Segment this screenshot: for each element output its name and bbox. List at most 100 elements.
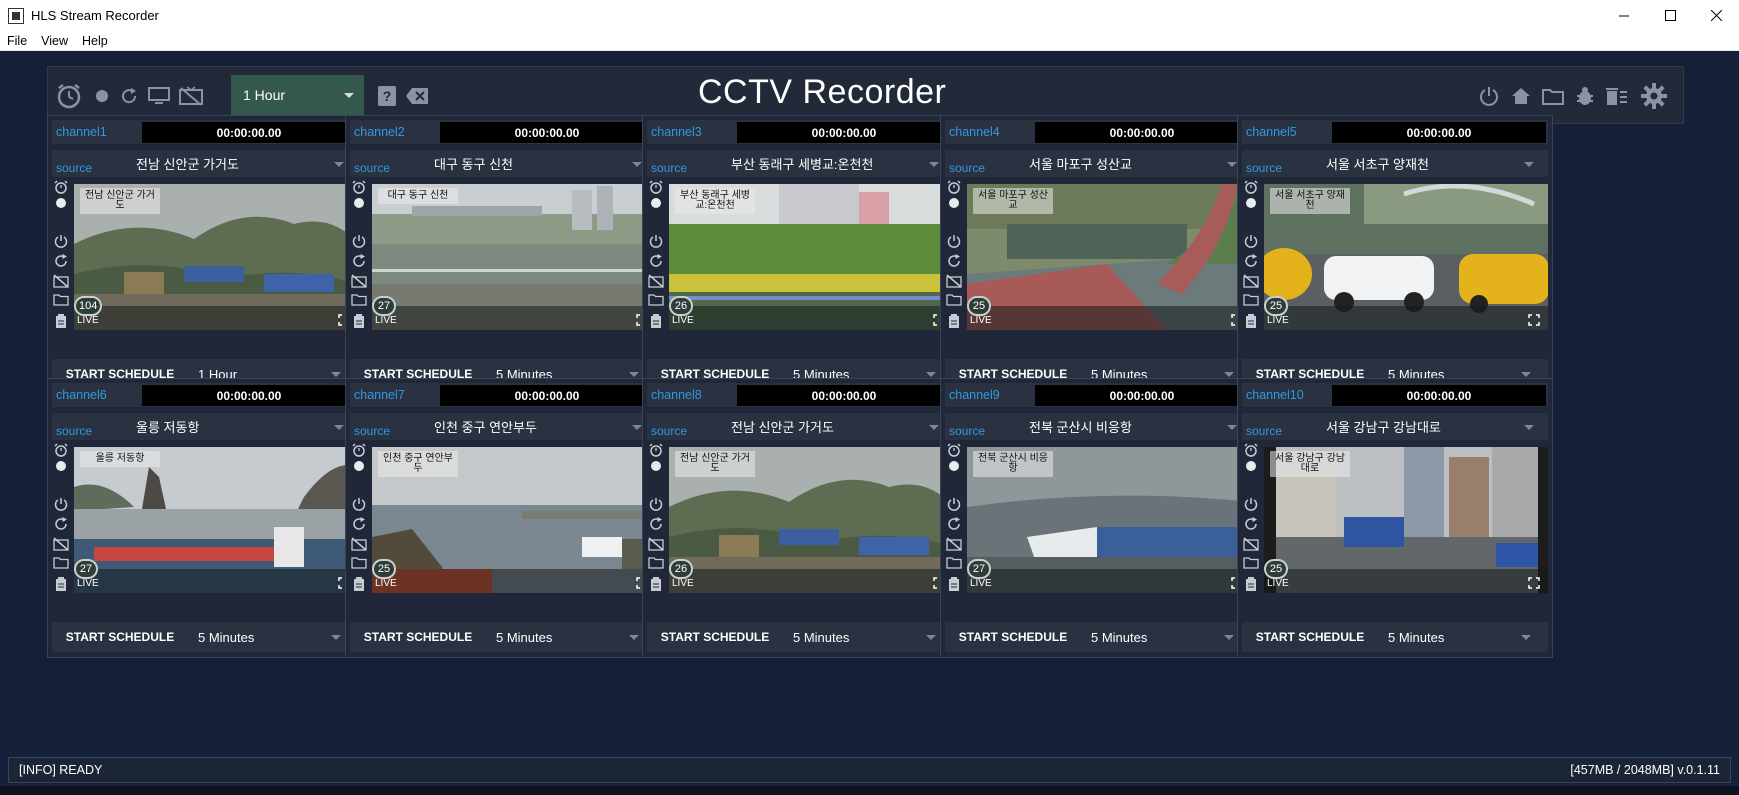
menu-view[interactable]: View — [34, 34, 75, 48]
source-select[interactable]: source 서울 강남구 강남대로 — [1242, 413, 1548, 440]
start-schedule-button[interactable]: START SCHEDULE — [1244, 624, 1376, 650]
no-tv-icon[interactable] — [52, 537, 70, 551]
folder-icon[interactable] — [52, 293, 70, 306]
schedule-interval-select[interactable]: 5 Minutes — [1382, 624, 1545, 650]
record-dot-icon[interactable] — [945, 459, 963, 471]
schedule-interval-select[interactable]: 5 Minutes — [192, 624, 355, 650]
refresh-icon[interactable] — [350, 254, 368, 268]
folder-icon[interactable] — [945, 556, 963, 569]
video-feed[interactable]: 전남 신안군 가거도 26 LIVE — [669, 447, 953, 593]
video-feed[interactable]: 전북 군산시 비응항 27 LIVE — [967, 447, 1251, 593]
record-dot-icon[interactable] — [647, 196, 665, 208]
video-feed[interactable]: 부산 동래구 세병교:온천천 26 LIVE — [669, 184, 953, 330]
refresh-icon[interactable] — [647, 517, 665, 531]
alarm-clock-icon[interactable] — [350, 180, 368, 194]
schedule-interval-select[interactable]: 5 Minutes — [490, 624, 653, 650]
source-select[interactable]: source 대구 동구 신천 — [350, 150, 656, 177]
no-tv-icon[interactable] — [1242, 537, 1260, 551]
no-tv-icon[interactable] — [350, 274, 368, 288]
clipboard-icon[interactable] — [647, 577, 665, 591]
alarm-clock-icon[interactable] — [52, 443, 70, 457]
record-dot-icon[interactable] — [52, 459, 70, 471]
source-select[interactable]: source 전남 신안군 가거도 — [52, 150, 358, 177]
fullscreen-icon[interactable] — [1528, 577, 1540, 589]
source-select[interactable]: source 부산 동래구 세병교:온천천 — [647, 150, 953, 177]
power-icon[interactable] — [350, 234, 368, 248]
source-select[interactable]: source 서울 마포구 성산교 — [945, 150, 1251, 177]
no-tv-icon[interactable] — [647, 274, 665, 288]
clipboard-icon[interactable] — [945, 314, 963, 328]
power-icon[interactable] — [350, 497, 368, 511]
power-icon[interactable] — [52, 234, 70, 248]
clipboard-icon[interactable] — [945, 577, 963, 591]
folder-icon[interactable] — [647, 293, 665, 306]
power-icon[interactable] — [945, 497, 963, 511]
no-tv-icon[interactable] — [945, 537, 963, 551]
refresh-icon[interactable] — [350, 517, 368, 531]
refresh-icon[interactable] — [1242, 254, 1260, 268]
power-icon[interactable] — [1242, 497, 1260, 511]
no-tv-icon[interactable] — [350, 537, 368, 551]
minimize-button[interactable] — [1601, 0, 1647, 31]
no-tv-icon[interactable] — [1242, 274, 1260, 288]
alarm-clock-icon[interactable] — [1242, 443, 1260, 457]
video-feed[interactable]: 인천 중구 연안부두 25 LIVE — [372, 447, 656, 593]
power-icon[interactable] — [52, 497, 70, 511]
gear-icon[interactable] — [1636, 67, 1672, 125]
video-feed[interactable]: 서울 서초구 양재천 25 LIVE — [1264, 184, 1548, 330]
fullscreen-icon[interactable] — [1528, 314, 1540, 326]
alarm-clock-icon[interactable] — [647, 443, 665, 457]
clipboard-icon[interactable] — [647, 314, 665, 328]
folder-icon[interactable] — [647, 556, 665, 569]
bug-icon[interactable] — [1570, 67, 1600, 125]
alarm-clock-icon[interactable] — [52, 180, 70, 194]
video-feed[interactable]: 서울 강남구 강남대로 25 LIVE — [1264, 447, 1548, 593]
power-icon[interactable] — [647, 497, 665, 511]
maximize-button[interactable] — [1647, 0, 1693, 31]
clipboard-icon[interactable] — [1242, 577, 1260, 591]
no-tv-icon[interactable] — [52, 274, 70, 288]
clipboard-icon[interactable] — [52, 314, 70, 328]
refresh-icon[interactable] — [945, 517, 963, 531]
alarm-clock-icon[interactable] — [647, 180, 665, 194]
power-icon[interactable] — [945, 234, 963, 248]
duration-select[interactable]: 1 Hour — [231, 75, 364, 115]
refresh-icon[interactable] — [1242, 517, 1260, 531]
refresh-icon[interactable] — [52, 254, 70, 268]
clipboard-icon[interactable] — [350, 314, 368, 328]
alarm-clock-icon[interactable] — [945, 443, 963, 457]
refresh-icon[interactable] — [647, 254, 665, 268]
close-button[interactable] — [1693, 0, 1739, 31]
power-icon[interactable] — [647, 234, 665, 248]
start-schedule-button[interactable]: START SCHEDULE — [947, 624, 1079, 650]
video-feed[interactable]: 서울 마포구 성산교 25 LIVE — [967, 184, 1251, 330]
source-select[interactable]: source 인천 중구 연안부두 — [350, 413, 656, 440]
folder-icon[interactable] — [1242, 293, 1260, 306]
record-dot-icon[interactable] — [945, 196, 963, 208]
trash-list-icon[interactable] — [1602, 67, 1632, 125]
video-feed[interactable]: 울릉 저동항 27 LIVE — [74, 447, 358, 593]
start-schedule-button[interactable]: START SCHEDULE — [54, 624, 186, 650]
alarm-clock-icon[interactable] — [350, 443, 368, 457]
alarm-clock-icon[interactable] — [1242, 180, 1260, 194]
record-dot-icon[interactable] — [647, 459, 665, 471]
folder-icon[interactable] — [350, 556, 368, 569]
no-tv-icon[interactable] — [647, 537, 665, 551]
video-feed[interactable]: 전남 신안군 가거도 104 LIVE — [74, 184, 358, 330]
schedule-interval-select[interactable]: 5 Minutes — [1085, 624, 1248, 650]
record-dot-icon[interactable] — [350, 459, 368, 471]
record-dot-icon[interactable] — [52, 196, 70, 208]
video-feed[interactable]: 대구 동구 신천 27 LIVE — [372, 184, 656, 330]
refresh-icon[interactable] — [945, 254, 963, 268]
menu-help[interactable]: Help — [75, 34, 115, 48]
source-select[interactable]: source 전남 신안군 가거도 — [647, 413, 953, 440]
alarm-clock-icon[interactable] — [945, 180, 963, 194]
source-select[interactable]: source 전북 군산시 비응항 — [945, 413, 1251, 440]
clipboard-icon[interactable] — [350, 577, 368, 591]
folder-icon[interactable] — [52, 556, 70, 569]
start-schedule-button[interactable]: START SCHEDULE — [352, 624, 484, 650]
schedule-interval-select[interactable]: 5 Minutes — [787, 624, 950, 650]
source-select[interactable]: source 서울 서초구 양재천 — [1242, 150, 1548, 177]
folder-icon[interactable] — [945, 293, 963, 306]
menu-file[interactable]: File — [0, 34, 34, 48]
